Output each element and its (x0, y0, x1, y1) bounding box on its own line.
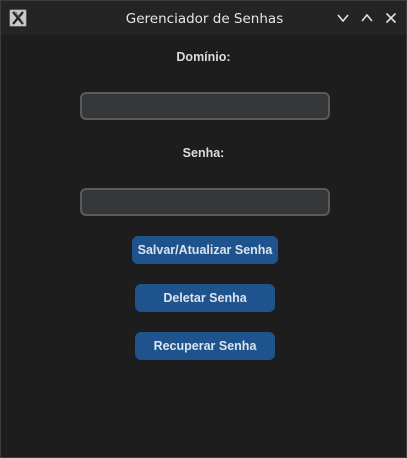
close-icon (385, 12, 397, 24)
chevron-up-icon (361, 13, 373, 22)
main-content: Domínio: Senha: Salvar/Atualizar Senha D… (1, 35, 406, 457)
close-button[interactable] (383, 10, 399, 26)
title-bar[interactable]: Gerenciador de Senhas (1, 1, 406, 35)
delete-password-button[interactable]: Deletar Senha (135, 284, 275, 312)
app-window: Gerenciador de Senhas Domínio: Senha: Sa… (0, 0, 407, 458)
save-update-password-button[interactable]: Salvar/Atualizar Senha (132, 236, 278, 264)
domain-input[interactable] (80, 92, 330, 120)
password-input[interactable] (80, 188, 330, 216)
recover-password-button[interactable]: Recuperar Senha (135, 332, 275, 360)
password-label: Senha: (182, 146, 225, 160)
maximize-button[interactable] (359, 10, 375, 26)
minimize-button[interactable] (335, 10, 351, 26)
domain-label: Domínio: (176, 50, 231, 64)
chevron-down-icon (337, 14, 349, 23)
